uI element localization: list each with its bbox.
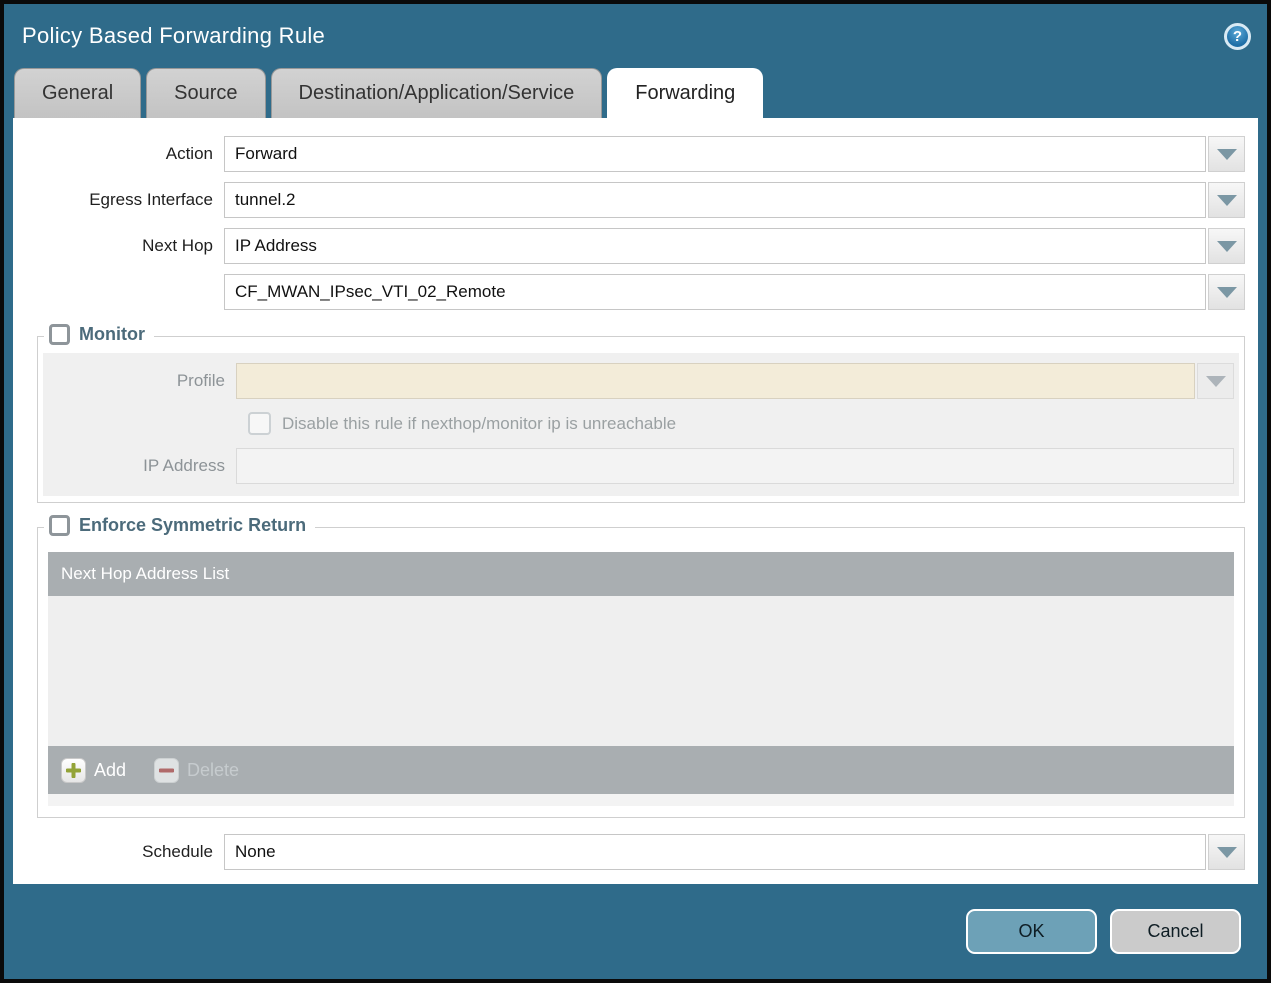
help-icon[interactable]: ? <box>1224 23 1251 50</box>
monitor-ip-input <box>236 448 1234 484</box>
egress-interface-label: Egress Interface <box>13 190 224 210</box>
next-hop-address-table: Next Hop Address List Add Delete <box>48 552 1234 806</box>
chevron-down-icon <box>1217 847 1237 858</box>
egress-interface-dropdown-button[interactable] <box>1208 182 1245 218</box>
egress-interface-select[interactable]: tunnel.2 <box>224 182 1206 218</box>
add-button-label: Add <box>94 760 126 781</box>
plus-icon <box>61 758 86 783</box>
chevron-down-icon <box>1217 241 1237 252</box>
symmetric-return-checkbox[interactable] <box>49 515 70 536</box>
disable-rule-row: Disable this rule if nexthop/monitor ip … <box>248 412 1234 435</box>
next-hop-row: Next Hop IP Address <box>13 228 1258 264</box>
tab-general[interactable]: General <box>14 68 141 118</box>
forwarding-tab-panel: Action Forward Egress Interface tunnel.2… <box>13 118 1258 884</box>
chevron-down-icon <box>1206 376 1226 387</box>
table-bottom-strip <box>48 794 1234 806</box>
pbf-rule-dialog: Policy Based Forwarding Rule ? General S… <box>0 0 1271 983</box>
tab-source[interactable]: Source <box>146 68 265 118</box>
minus-icon <box>154 758 179 783</box>
action-row: Action Forward <box>13 136 1258 172</box>
disable-rule-checkbox[interactable] <box>248 412 271 435</box>
egress-interface-row: Egress Interface tunnel.2 <box>13 182 1258 218</box>
monitor-ip-label: IP Address <box>48 456 236 476</box>
table-body-empty[interactable] <box>48 596 1234 746</box>
disable-rule-label: Disable this rule if nexthop/monitor ip … <box>282 414 676 434</box>
next-hop-dropdown-button[interactable] <box>1208 228 1245 264</box>
tab-destination-application-service[interactable]: Destination/Application/Service <box>271 68 603 118</box>
symmetric-return-legend: Enforce Symmetric Return <box>79 515 306 536</box>
delete-button: Delete <box>154 758 239 783</box>
chevron-down-icon <box>1217 195 1237 206</box>
schedule-label: Schedule <box>13 842 224 862</box>
cancel-button[interactable]: Cancel <box>1110 909 1241 954</box>
add-button[interactable]: Add <box>61 758 126 783</box>
tab-forwarding[interactable]: Forwarding <box>607 68 763 118</box>
table-header: Next Hop Address List <box>48 552 1234 596</box>
monitor-ip-row: IP Address <box>48 448 1234 484</box>
monitor-panel: Profile Disable this rule if nexthop/mon… <box>43 353 1239 496</box>
delete-button-label: Delete <box>187 760 239 781</box>
dialog-footer: OK Cancel <box>4 884 1267 979</box>
schedule-select[interactable]: None <box>224 834 1206 870</box>
symmetric-return-group: Enforce Symmetric Return Next Hop Addres… <box>37 527 1245 818</box>
schedule-dropdown-button[interactable] <box>1208 834 1245 870</box>
profile-label: Profile <box>48 371 236 391</box>
next-hop-address-dropdown-button[interactable] <box>1208 274 1245 310</box>
monitor-legend: Monitor <box>79 324 145 345</box>
next-hop-address-select[interactable]: CF_MWAN_IPsec_VTI_02_Remote <box>224 274 1206 310</box>
action-label: Action <box>13 144 224 164</box>
profile-dropdown-button <box>1197 363 1234 399</box>
next-hop-address-row: CF_MWAN_IPsec_VTI_02_Remote <box>13 274 1258 310</box>
action-dropdown-button[interactable] <box>1208 136 1245 172</box>
tab-bar: General Source Destination/Application/S… <box>4 68 1267 118</box>
ok-button[interactable]: OK <box>966 909 1097 954</box>
title-bar: Policy Based Forwarding Rule ? <box>4 4 1267 68</box>
monitor-group: Monitor Profile Disable this rule if nex… <box>37 336 1245 503</box>
action-select[interactable]: Forward <box>224 136 1206 172</box>
monitor-checkbox[interactable] <box>49 324 70 345</box>
chevron-down-icon <box>1217 287 1237 298</box>
schedule-row: Schedule None <box>13 834 1258 870</box>
profile-select[interactable] <box>236 363 1195 399</box>
table-toolbar: Add Delete <box>48 746 1234 794</box>
next-hop-label: Next Hop <box>13 236 224 256</box>
dialog-title: Policy Based Forwarding Rule <box>22 23 325 49</box>
chevron-down-icon <box>1217 149 1237 160</box>
next-hop-type-select[interactable]: IP Address <box>224 228 1206 264</box>
profile-row: Profile <box>48 363 1234 399</box>
